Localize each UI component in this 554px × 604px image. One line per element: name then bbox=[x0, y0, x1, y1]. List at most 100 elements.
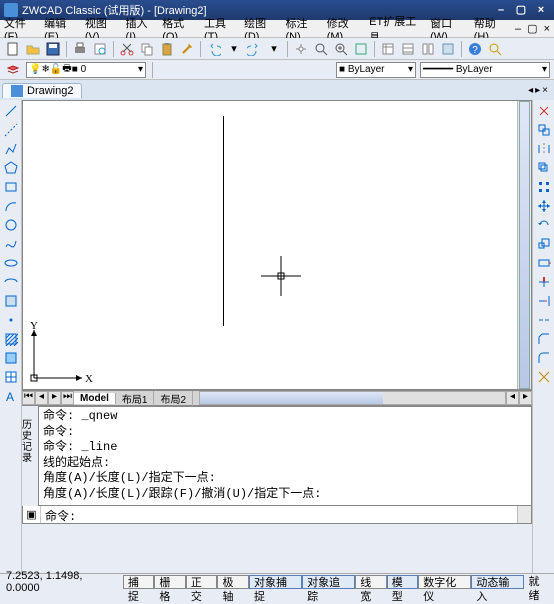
cut-icon[interactable] bbox=[118, 40, 136, 58]
array-icon[interactable] bbox=[535, 178, 553, 196]
fillet-icon[interactable] bbox=[535, 349, 553, 367]
redo-drop-icon[interactable]: ▾ bbox=[265, 40, 283, 58]
osnap-button[interactable]: 对象捕捉 bbox=[249, 575, 302, 589]
open-icon[interactable] bbox=[24, 40, 42, 58]
tab-close-icon[interactable]: × bbox=[542, 85, 548, 96]
tablet-button[interactable]: 数字化仪 bbox=[418, 575, 471, 589]
hatch-icon[interactable] bbox=[2, 330, 20, 348]
new-icon[interactable] bbox=[4, 40, 22, 58]
grid-button[interactable]: 栅格 bbox=[154, 575, 186, 589]
layers-icon[interactable] bbox=[399, 40, 417, 58]
circle-icon[interactable] bbox=[2, 216, 20, 234]
lwt-button[interactable]: 线宽 bbox=[355, 575, 387, 589]
inner-close[interactable]: × bbox=[544, 23, 550, 35]
stretch-icon[interactable] bbox=[535, 254, 553, 272]
color-combo[interactable]: ■ ByLayer▾ bbox=[336, 62, 416, 78]
model-button[interactable]: 模型 bbox=[387, 575, 419, 589]
pan-icon[interactable] bbox=[292, 40, 310, 58]
save-icon[interactable] bbox=[44, 40, 62, 58]
tab-prev-icon[interactable]: ◂ bbox=[528, 85, 533, 96]
otrack-button[interactable]: 对象追踪 bbox=[302, 575, 355, 589]
sheet-icon[interactable] bbox=[439, 40, 457, 58]
cmd-scroll[interactable] bbox=[517, 506, 531, 523]
polyline-icon[interactable] bbox=[2, 140, 20, 158]
cmd-history-label: 历史记录 bbox=[22, 406, 38, 506]
move-icon[interactable] bbox=[535, 197, 553, 215]
horizontal-scrollbar[interactable] bbox=[199, 391, 506, 405]
layer-manager-icon[interactable] bbox=[4, 61, 22, 79]
hscroll-right-icon[interactable]: ▸ bbox=[519, 391, 532, 405]
status-coords: 7.2523, 1.1498, 0.0000 bbox=[0, 570, 123, 594]
maximize-button[interactable]: ▢ bbox=[512, 3, 530, 17]
extend-icon[interactable] bbox=[535, 292, 553, 310]
trim-icon[interactable] bbox=[535, 273, 553, 291]
tab-next-icon[interactable]: ▸ bbox=[535, 85, 540, 96]
layer-combo[interactable]: 💡❄🔓🖶■ 0▾ bbox=[26, 62, 146, 78]
copy-obj-icon[interactable] bbox=[535, 121, 553, 139]
zoom-extents-icon[interactable] bbox=[352, 40, 370, 58]
tab-next-icon[interactable]: ▸ bbox=[48, 391, 61, 405]
point-icon[interactable] bbox=[2, 311, 20, 329]
mirror-icon[interactable] bbox=[535, 140, 553, 158]
match-icon[interactable] bbox=[178, 40, 196, 58]
about-icon[interactable] bbox=[486, 40, 504, 58]
rectangle-icon[interactable] bbox=[2, 178, 20, 196]
chamfer-icon[interactable] bbox=[535, 330, 553, 348]
polygon-icon[interactable] bbox=[2, 159, 20, 177]
offset-icon[interactable] bbox=[535, 159, 553, 177]
doc-tab[interactable]: Drawing2 bbox=[2, 83, 82, 98]
ellipse-icon[interactable] bbox=[2, 254, 20, 272]
ortho-button[interactable]: 正交 bbox=[186, 575, 218, 589]
region-icon[interactable] bbox=[2, 349, 20, 367]
line-icon[interactable] bbox=[2, 102, 20, 120]
paste-icon[interactable] bbox=[158, 40, 176, 58]
cmd-toggle-icon[interactable]: ▣ bbox=[23, 506, 41, 523]
vertical-scrollbar[interactable] bbox=[517, 101, 531, 389]
model-tab[interactable]: Model bbox=[74, 393, 116, 404]
erase-icon[interactable] bbox=[535, 102, 553, 120]
ucs-icon: X Y bbox=[29, 323, 89, 383]
redo-icon[interactable] bbox=[245, 40, 263, 58]
tab-last-icon[interactable]: ⏭ bbox=[61, 391, 74, 405]
explode-icon[interactable] bbox=[535, 368, 553, 386]
zoom-realtime-icon[interactable] bbox=[332, 40, 350, 58]
svg-text:A: A bbox=[6, 390, 14, 403]
block-icon[interactable] bbox=[2, 292, 20, 310]
preview-icon[interactable] bbox=[91, 40, 109, 58]
dyn-button[interactable]: 动态输入 bbox=[471, 575, 524, 589]
linetype-combo[interactable]: ━━━━━ ByLayer▾ bbox=[420, 62, 550, 78]
help-icon[interactable]: ? bbox=[466, 40, 484, 58]
tab-prev-icon[interactable]: ◂ bbox=[35, 391, 48, 405]
polar-button[interactable]: 极轴 bbox=[217, 575, 249, 589]
print-icon[interactable] bbox=[71, 40, 89, 58]
xline-icon[interactable] bbox=[2, 121, 20, 139]
snap-button[interactable]: 捕捉 bbox=[123, 575, 155, 589]
props-icon[interactable] bbox=[379, 40, 397, 58]
close-button[interactable]: × bbox=[532, 3, 550, 17]
palette-icon[interactable] bbox=[419, 40, 437, 58]
arc-icon[interactable] bbox=[2, 197, 20, 215]
inner-minimize[interactable]: – bbox=[515, 23, 521, 35]
layout-tabs: ⏮ ◂ ▸ ⏭ Model 布局1 布局2 ◂ ▸ bbox=[22, 390, 532, 406]
drawing-canvas[interactable]: X Y bbox=[22, 100, 532, 390]
copy-icon[interactable] bbox=[138, 40, 156, 58]
text-icon[interactable]: A bbox=[2, 387, 20, 405]
layer-toolbar: 💡❄🔓🖶■ 0▾ ■ ByLayer▾ ━━━━━ ByLayer▾ bbox=[0, 60, 554, 80]
command-prompt[interactable]: 命令: bbox=[41, 506, 80, 523]
tab-first-icon[interactable]: ⏮ bbox=[22, 391, 35, 405]
undo-icon[interactable] bbox=[205, 40, 223, 58]
hscroll-left-icon[interactable]: ◂ bbox=[506, 391, 519, 405]
inner-restore[interactable]: ▢ bbox=[527, 22, 537, 35]
crosshair-cursor bbox=[261, 256, 301, 296]
layout1-tab[interactable]: 布局1 bbox=[116, 391, 155, 406]
spline-icon[interactable] bbox=[2, 235, 20, 253]
layout2-tab[interactable]: 布局2 bbox=[154, 391, 193, 406]
break-icon[interactable] bbox=[535, 311, 553, 329]
undo-drop-icon[interactable]: ▾ bbox=[225, 40, 243, 58]
ellipse-arc-icon[interactable] bbox=[2, 273, 20, 291]
scale-icon[interactable] bbox=[535, 235, 553, 253]
toolbar-main: ▾ ▾ ? bbox=[0, 38, 554, 60]
table-icon[interactable] bbox=[2, 368, 20, 386]
zoom-window-icon[interactable] bbox=[312, 40, 330, 58]
rotate-icon[interactable] bbox=[535, 216, 553, 234]
